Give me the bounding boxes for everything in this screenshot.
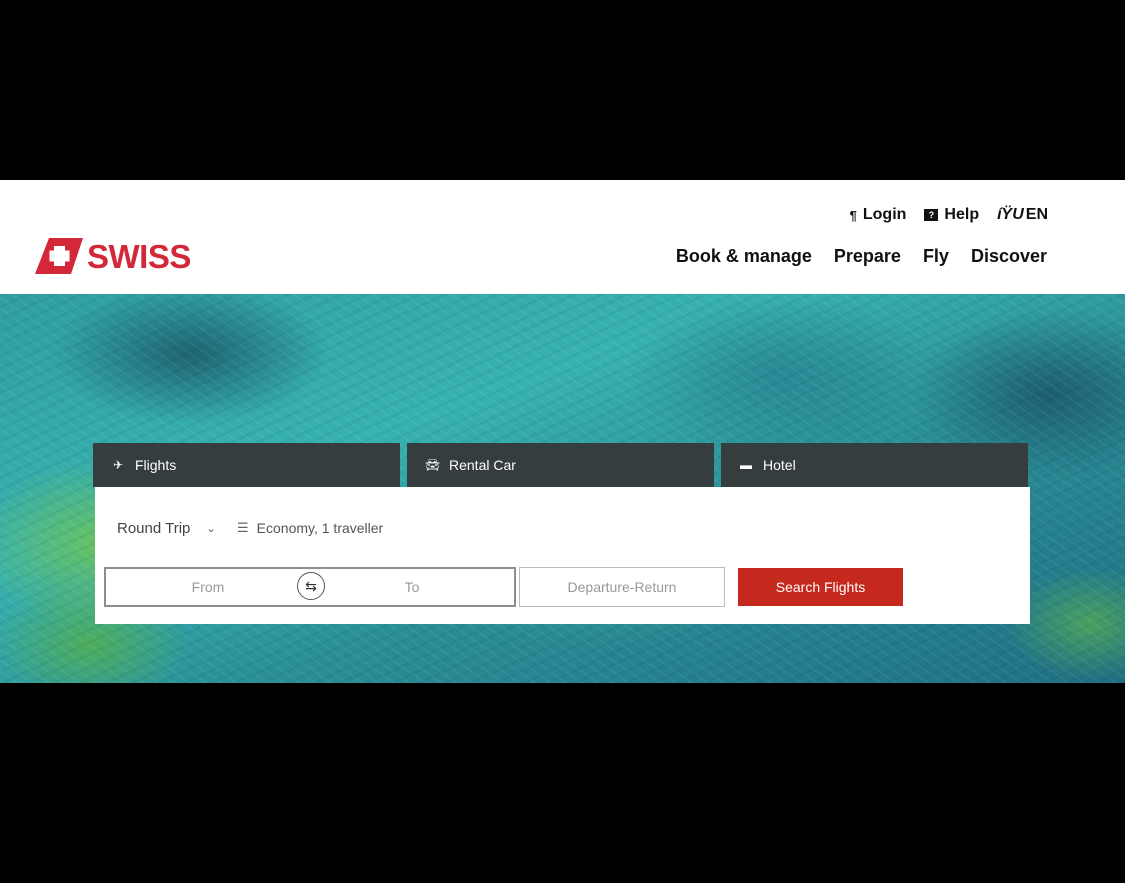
trip-type-select[interactable]: Round Trip ⌄ <box>117 520 216 537</box>
main-nav: Book & manage Prepare Fly Discover <box>676 246 1047 267</box>
nav-fly[interactable]: Fly <box>923 246 949 267</box>
help-label: Help <box>944 206 980 223</box>
login-link[interactable]: ¶ Login <box>850 206 907 224</box>
search-flights-button[interactable]: Search Flights <box>738 568 903 606</box>
chevron-down-icon: ⌄ <box>206 523 216 535</box>
site-header: SWISS ¶ Login ? Help íŸU EN Book & manage… <box>0 180 1125 294</box>
login-label: Login <box>862 206 907 223</box>
person-icon: ¶ <box>849 207 857 223</box>
help-chat-icon: ? <box>924 209 939 221</box>
page-frame: SWISS ¶ Login ? Help íŸU EN Book & manage… <box>0 180 1125 683</box>
language-label: EN <box>1025 206 1048 223</box>
origin-destination-box: From To ⇆ <box>104 567 516 607</box>
to-input[interactable]: To <box>310 569 514 605</box>
nav-book-manage[interactable]: Book & manage <box>676 246 812 267</box>
language-selector[interactable]: íŸU EN <box>997 206 1048 224</box>
tab-hotel[interactable]: ▬ Hotel <box>721 443 1028 487</box>
cabin-travellers-select[interactable]: ☰ Economy, 1 traveller <box>237 520 383 536</box>
help-link[interactable]: ? Help <box>924 206 979 224</box>
globe-icon: íŸU <box>997 206 1024 223</box>
car-icon: 🚘︎ <box>425 458 441 472</box>
plane-icon: ✈ <box>112 458 124 472</box>
nav-discover[interactable]: Discover <box>971 246 1047 267</box>
departure-return-input[interactable]: Departure-Return <box>519 567 725 607</box>
flight-search-panel: Round Trip ⌄ ☰ Economy, 1 traveller From… <box>95 487 1030 624</box>
cabin-travellers-value: Economy, 1 traveller <box>256 520 384 536</box>
tab-rental-car-label: Rental Car <box>449 457 516 473</box>
swap-icon[interactable]: ⇆ <box>297 572 325 600</box>
tab-flights-label: Flights <box>135 457 177 473</box>
brand-name: SWISS <box>87 237 191 275</box>
nav-prepare[interactable]: Prepare <box>834 246 901 267</box>
swiss-logo[interactable]: SWISS <box>35 236 195 276</box>
trip-type-value: Round Trip <box>117 520 191 537</box>
bed-icon: ▬ <box>740 458 752 472</box>
tab-flights[interactable]: ✈ Flights <box>93 443 400 487</box>
sliders-icon: ☰ <box>237 520 249 535</box>
tab-rental-car[interactable]: 🚘︎ Rental Car <box>407 443 714 487</box>
tab-hotel-label: Hotel <box>763 457 796 473</box>
swiss-flag-logo-icon <box>35 238 83 274</box>
utility-nav: ¶ Login ? Help íŸU EN <box>850 206 1048 224</box>
from-input[interactable]: From <box>106 569 310 605</box>
booking-tabs: ✈ Flights 🚘︎ Rental Car ▬ Hotel <box>93 443 1028 487</box>
